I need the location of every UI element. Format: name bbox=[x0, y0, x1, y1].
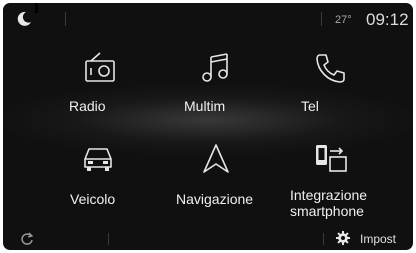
menu-item-label: Integrazione smartphone bbox=[290, 187, 367, 219]
bottom-divider bbox=[323, 233, 324, 245]
radio-icon bbox=[85, 52, 115, 82]
car-icon bbox=[84, 148, 112, 171]
menu-item-label: Multim bbox=[184, 98, 226, 114]
menu-item-label: Veicolo bbox=[70, 191, 116, 207]
menu-item-label: Navigazione bbox=[176, 191, 254, 207]
bottom-divider bbox=[108, 233, 109, 245]
infotainment-screen: 27° 09:12 Radio Multim Tel Veicolo Navig… bbox=[3, 3, 413, 250]
status-bar: 27° 09:12 bbox=[3, 3, 413, 35]
menu-item-label: Radio bbox=[69, 98, 106, 114]
gear-icon[interactable] bbox=[336, 231, 350, 245]
settings-button[interactable]: Impost bbox=[360, 232, 396, 246]
phone-icon bbox=[316, 54, 345, 83]
navigation-arrow-icon bbox=[203, 144, 229, 173]
outside-temperature: 27° bbox=[335, 14, 352, 26]
pointer-marker bbox=[35, 3, 38, 13]
refresh-icon[interactable] bbox=[20, 232, 34, 246]
menu-item-phone[interactable]: Tel bbox=[286, 51, 406, 141]
clock-time: 09:12 bbox=[366, 10, 409, 29]
menu-item-multimedia[interactable]: Multim bbox=[157, 51, 277, 141]
menu-item-vehicle[interactable]: Veicolo bbox=[48, 143, 168, 233]
music-note-icon bbox=[202, 53, 228, 82]
status-divider bbox=[321, 12, 322, 26]
bottom-bar: Impost bbox=[3, 229, 413, 250]
smartphone-mirroring-icon bbox=[316, 145, 347, 172]
menu-item-navigation[interactable]: Navigazione bbox=[157, 143, 277, 233]
menu-item-radio[interactable]: Radio bbox=[43, 51, 163, 141]
status-divider bbox=[65, 12, 66, 26]
label-line: smartphone bbox=[290, 203, 364, 219]
menu-item-smartphone-integration[interactable]: Integrazione smartphone bbox=[286, 143, 406, 233]
label-line: Integrazione bbox=[290, 187, 368, 203]
night-mode-icon[interactable] bbox=[16, 11, 32, 27]
menu-item-label: Tel bbox=[301, 98, 319, 114]
